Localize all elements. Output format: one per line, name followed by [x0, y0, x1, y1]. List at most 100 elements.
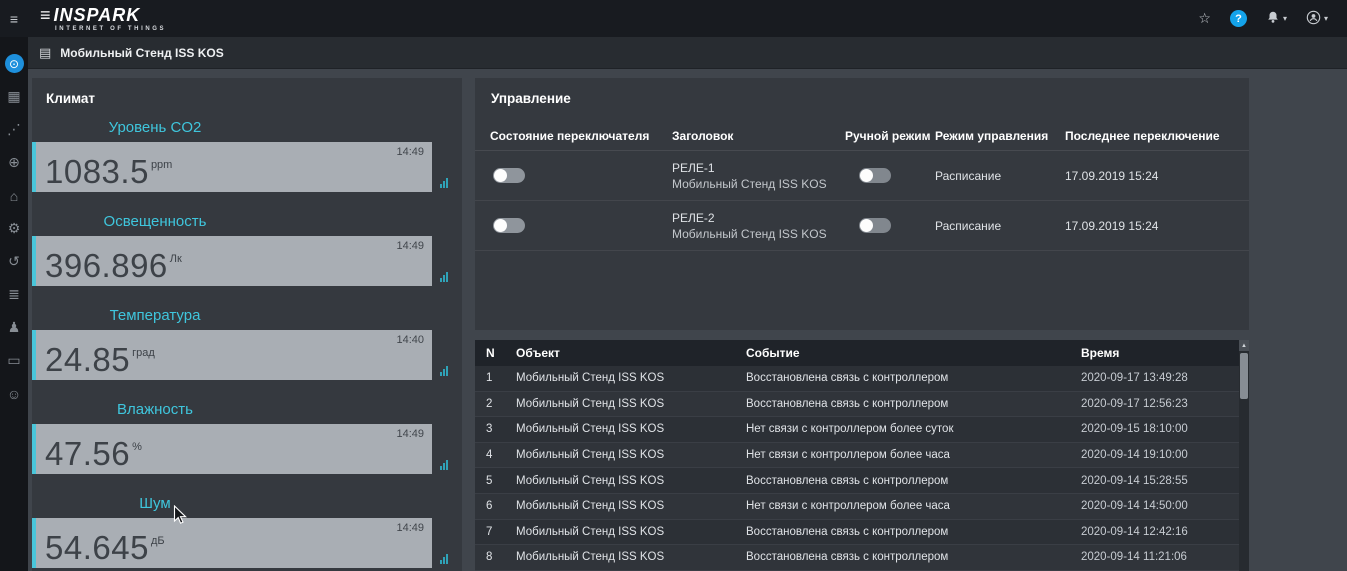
sidebar-item-organization[interactable]: ⌂ — [0, 179, 28, 212]
table-row: 3 Мобильный Стенд ISS KOS Нет связи с ко… — [475, 417, 1249, 443]
climate-panel: Климат Уровень CO2 14:49 1083.5ppm Освещ… — [32, 78, 462, 571]
sensor-unit: Лк — [170, 253, 182, 265]
toggle-knob — [494, 169, 507, 182]
scroll-up-button[interactable]: ▲ — [1239, 340, 1249, 351]
control-mode: Расписание — [935, 168, 1065, 184]
toggle-knob — [860, 169, 873, 182]
sidebar-item-dashboard[interactable]: ⊙ — [0, 47, 28, 80]
sensor-widget: Влажность 14:49 47.56% — [32, 401, 462, 474]
relay-title: РЕЛЕ-2 — [672, 210, 845, 226]
users-icon: ♟ — [8, 319, 21, 336]
switch-state-toggle[interactable] — [493, 168, 525, 183]
events-scrollbar[interactable]: ▲ — [1239, 340, 1249, 571]
user-menu-button[interactable]: ▾ — [1306, 10, 1328, 28]
manual-mode-toggle[interactable] — [859, 218, 891, 233]
event-object: Мобильный Стенд ISS KOS — [516, 500, 746, 512]
sidebar-item-billing[interactable]: ▭ — [0, 344, 28, 377]
event-number: 6 — [486, 500, 516, 512]
event-number: 5 — [486, 475, 516, 487]
profile-icon: ☺ — [7, 386, 21, 402]
manual-mode-toggle[interactable] — [859, 168, 891, 183]
column-header: Объект — [516, 346, 746, 360]
event-time: 2020-09-15 18:10:00 — [1081, 423, 1249, 435]
event-time: 2020-09-14 19:10:00 — [1081, 449, 1249, 461]
event-number: 4 — [486, 449, 516, 461]
sensor-widget: Температура 14:40 24.85град — [32, 307, 462, 380]
event-time: 2020-09-14 12:42:16 — [1081, 526, 1249, 538]
sensor-value-tile[interactable]: 14:49 1083.5ppm — [32, 142, 432, 192]
favorites-button[interactable]: ☆ — [1198, 10, 1211, 27]
sidebar-item-calendar[interactable]: ▦ — [0, 80, 28, 113]
column-header: Режим управления — [935, 129, 1065, 143]
sidebar-item-charts[interactable]: ⋰ — [0, 113, 28, 146]
sensor-timestamp: 14:40 — [396, 334, 424, 346]
event-object: Мобильный Стенд ISS KOS — [516, 423, 746, 435]
list-icon: ≣ — [8, 286, 20, 303]
sensor-value-tile[interactable]: 14:49 396.896Лк — [32, 236, 432, 286]
event-time: 2020-09-14 11:21:06 — [1081, 551, 1249, 563]
sensor-timestamp: 14:49 — [396, 522, 424, 534]
event-text: Нет связи с контроллером более суток — [746, 423, 1081, 435]
event-time: 2020-09-17 12:56:23 — [1081, 398, 1249, 410]
sensor-widget: Шум 14:49 54.645дБ — [32, 495, 462, 568]
sensor-unit: % — [132, 441, 142, 453]
bar-chart-icon[interactable] — [440, 366, 448, 376]
column-header: Последнее переключение — [1065, 129, 1249, 143]
chart-icon: ⋰ — [7, 121, 21, 138]
table-row: 2 Мобильный Стенд ISS KOS Восстановлена … — [475, 392, 1249, 418]
table-row: 7 Мобильный Стенд ISS KOS Восстановлена … — [475, 520, 1249, 546]
panel-title: Управление — [475, 78, 1249, 121]
table-row: 6 Мобильный Стенд ISS KOS Нет связи с ко… — [475, 494, 1249, 520]
last-switch-time: 17.09.2019 15:24 — [1065, 218, 1249, 234]
sidebar-item-network[interactable]: ⊕ — [0, 146, 28, 179]
control-panel: Управление Состояние переключателя Загол… — [475, 78, 1249, 330]
sensor-value-tile[interactable]: 14:40 24.85град — [32, 330, 432, 380]
sidebar-item-history[interactable]: ↺ — [0, 245, 28, 278]
event-object: Мобильный Стенд ISS KOS — [516, 398, 746, 410]
sidebar-item-users[interactable]: ♟ — [0, 311, 28, 344]
switch-state-toggle[interactable] — [493, 218, 525, 233]
control-table-header: Состояние переключателя Заголовок Ручной… — [475, 121, 1249, 151]
notifications-button[interactable]: ▾ — [1266, 10, 1287, 27]
scrollbar-thumb[interactable] — [1240, 353, 1248, 399]
building-icon: ⌂ — [10, 188, 18, 204]
event-text: Восстановлена связь с контроллером — [746, 526, 1081, 538]
column-header: N — [486, 346, 516, 360]
sensor-value-tile[interactable]: 14:49 47.56% — [32, 424, 432, 474]
event-text: Восстановлена связь с контроллером — [746, 372, 1081, 384]
event-object: Мобильный Стенд ISS KOS — [516, 372, 746, 384]
event-number: 2 — [486, 398, 516, 410]
star-icon: ☆ — [1198, 10, 1211, 27]
bar-chart-icon[interactable] — [440, 178, 448, 188]
sensor-unit: дБ — [151, 535, 165, 547]
sensor-name: Шум — [60, 495, 250, 512]
bar-chart-icon[interactable] — [440, 554, 448, 564]
toggle-knob — [494, 219, 507, 232]
sensor-unit: град — [132, 347, 155, 359]
sidebar-item-journal[interactable]: ≣ — [0, 278, 28, 311]
event-text: Восстановлена связь с контроллером — [746, 475, 1081, 487]
event-number: 7 — [486, 526, 516, 538]
object-panel-icon[interactable]: ▤ — [39, 45, 51, 61]
app-logo[interactable]: ≡ INSPARK INTERNET OF THINGS — [40, 6, 166, 32]
chevron-down-icon: ▾ — [1283, 14, 1287, 23]
sidebar-item-profile[interactable]: ☺ — [0, 377, 28, 410]
table-row: 1 Мобильный Стенд ISS KOS Восстановлена … — [475, 366, 1249, 392]
menu-toggle-button[interactable]: ≡ — [0, 11, 28, 27]
topbar: ≡ ≡ INSPARK INTERNET OF THINGS ☆ ? ▾ ▾ — [0, 0, 1347, 37]
bar-chart-icon[interactable] — [440, 272, 448, 282]
sensor-timestamp: 14:49 — [396, 146, 424, 158]
column-header: Событие — [746, 346, 1081, 360]
event-object: Мобильный Стенд ISS KOS — [516, 526, 746, 538]
relay-subtitle: Мобильный Стенд ISS KOS — [672, 226, 845, 242]
breadcrumb-bar: ▤ Мобильный Стенд ISS KOS — [28, 37, 1347, 69]
help-button[interactable]: ? — [1230, 10, 1247, 27]
event-text: Восстановлена связь с контроллером — [746, 398, 1081, 410]
sensor-name: Уровень CO2 — [60, 119, 250, 136]
bar-chart-icon[interactable] — [440, 460, 448, 470]
sensor-value: 54.645дБ — [45, 529, 165, 567]
sidebar-item-services[interactable]: ⚙ — [0, 212, 28, 245]
sensor-value: 396.896Лк — [45, 247, 182, 285]
sensor-value: 1083.5ppm — [45, 153, 172, 191]
sensor-value-tile[interactable]: 14:49 54.645дБ — [32, 518, 432, 568]
